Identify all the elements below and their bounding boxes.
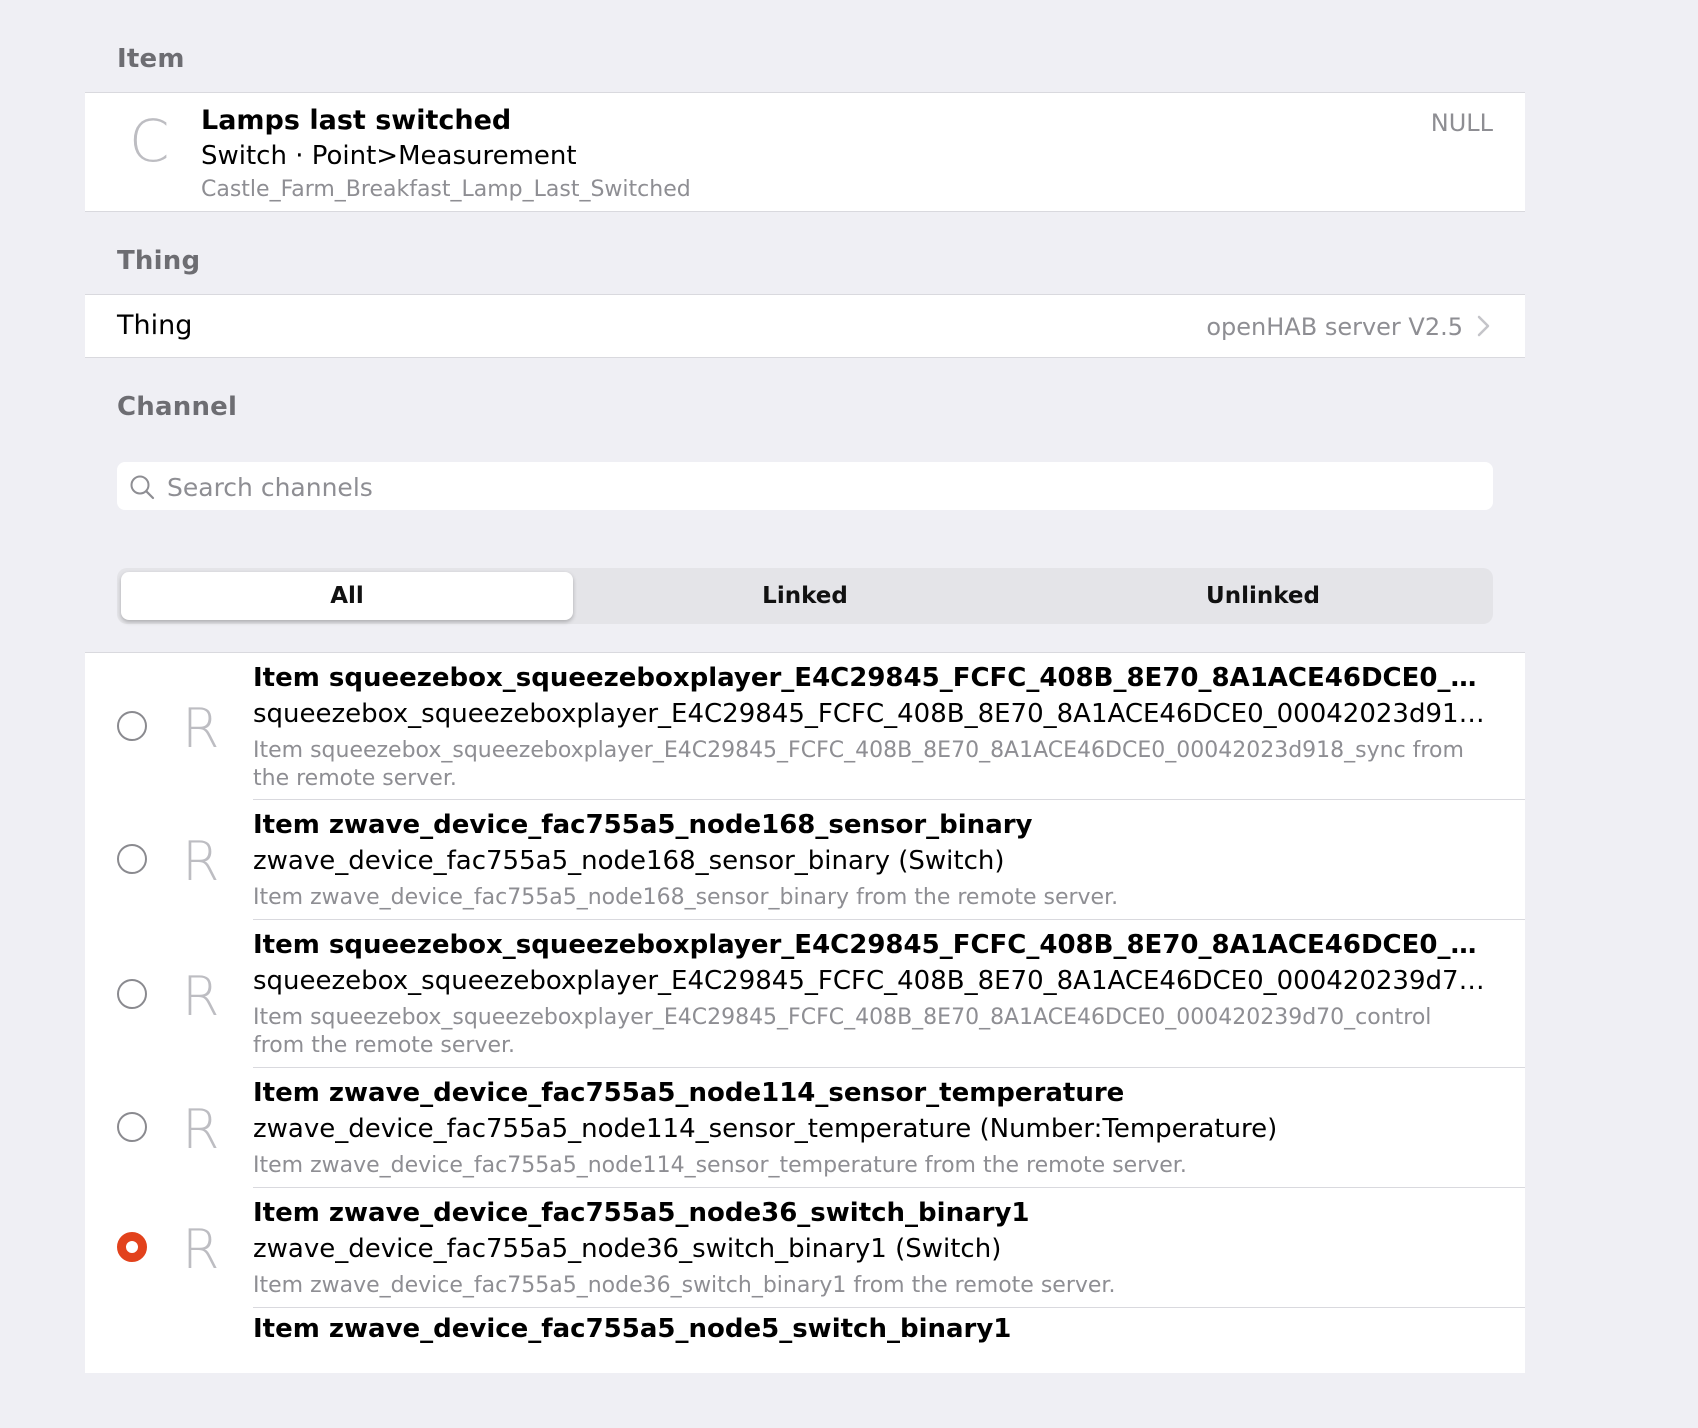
channel-row[interactable]: Item zwave_device_fac755a5_node5_switch_… [85, 1308, 1525, 1428]
channel-row[interactable]: R Item squeezebox_squeezeboxplayer_E4C29… [85, 920, 1525, 1068]
channel-subtitle: squeezebox_squeezeboxplayer_E4C29845_FCF… [253, 966, 1493, 996]
channel-radio-checked[interactable] [117, 1232, 147, 1262]
chevron-right-icon [1477, 315, 1490, 337]
item-label: Lamps last switched [201, 105, 512, 136]
channel-title: Item zwave_device_fac755a5_node5_switch_… [253, 1314, 1012, 1344]
channel-subtitle: zwave_device_fac755a5_node36_switch_bina… [253, 1234, 1002, 1264]
channel-description: Item zwave_device_fac755a5_node168_senso… [253, 885, 1119, 910]
channel-row-selected[interactable]: R Item zwave_device_fac755a5_node36_swit… [85, 1188, 1525, 1308]
filter-linked-button[interactable]: Linked [579, 572, 1031, 620]
search-input[interactable] [165, 462, 1469, 512]
channel-radio[interactable] [117, 979, 147, 1009]
filter-unlinked-button[interactable]: Unlinked [1037, 572, 1489, 620]
channel-description: Item zwave_device_fac755a5_node114_senso… [253, 1153, 1187, 1178]
thing-section-title: Thing [117, 246, 201, 276]
channel-title: Item zwave_device_fac755a5_node36_switch… [253, 1198, 1030, 1228]
channel-description: Item zwave_device_fac755a5_node36_switch… [253, 1273, 1116, 1298]
channel-radio[interactable] [117, 711, 147, 741]
channel-radio[interactable] [117, 1112, 147, 1142]
channel-list: R Item squeezebox_squeezeboxplayer_E4C29… [85, 652, 1525, 1373]
thing-label: Thing [117, 310, 193, 341]
channel-row[interactable]: R Item zwave_device_fac755a5_node168_sen… [85, 800, 1525, 920]
channel-row[interactable]: R Item zwave_device_fac755a5_node114_sen… [85, 1068, 1525, 1188]
channel-row[interactable]: R Item squeezebox_squeezeboxplayer_E4C29… [85, 653, 1525, 800]
item-name: Castle_Farm_Breakfast_Lamp_Last_Switched [201, 177, 691, 202]
channel-description: Item squeezebox_squeezeboxplayer_E4C2984… [253, 1005, 1432, 1058]
search-icon [130, 475, 155, 500]
channel-letter-icon: R [182, 697, 220, 760]
channel-subtitle: zwave_device_fac755a5_node114_sensor_tem… [253, 1114, 1278, 1144]
channel-subtitle: zwave_device_fac755a5_node168_sensor_bin… [253, 846, 1005, 876]
thing-value: openHAB server V2.5 [1206, 313, 1463, 341]
channel-subtitle: squeezebox_squeezeboxplayer_E4C29845_FCF… [253, 699, 1493, 729]
thing-row[interactable]: Thing openHAB server V2.5 [85, 294, 1525, 358]
channel-letter-icon: R [182, 965, 220, 1028]
channel-title: Item squeezebox_squeezeboxplayer_E4C2984… [253, 663, 1493, 693]
channel-letter-icon: R [182, 830, 220, 893]
channel-section-title: Channel [117, 392, 238, 422]
item-state: NULL [1430, 109, 1493, 137]
item-letter-icon: C [129, 107, 170, 175]
channel-title: Item zwave_device_fac755a5_node114_senso… [253, 1078, 1125, 1108]
channel-letter-icon: R [182, 1098, 220, 1161]
channel-description: Item squeezebox_squeezeboxplayer_E4C2984… [253, 738, 1464, 791]
channel-title: Item squeezebox_squeezeboxplayer_E4C2984… [253, 930, 1493, 960]
channel-title: Item zwave_device_fac755a5_node168_senso… [253, 810, 1033, 840]
item-type: Switch · Point>Measurement [201, 141, 577, 171]
channel-letter-icon: R [182, 1218, 220, 1281]
filter-all-button[interactable]: All [121, 572, 573, 620]
item-card: C Lamps last switched Switch · Point>Mea… [85, 92, 1525, 212]
channel-search-bar [117, 462, 1493, 512]
item-section-title: Item [117, 44, 185, 74]
channel-radio[interactable] [117, 844, 147, 874]
channel-filter: All Linked Unlinked [117, 568, 1493, 624]
